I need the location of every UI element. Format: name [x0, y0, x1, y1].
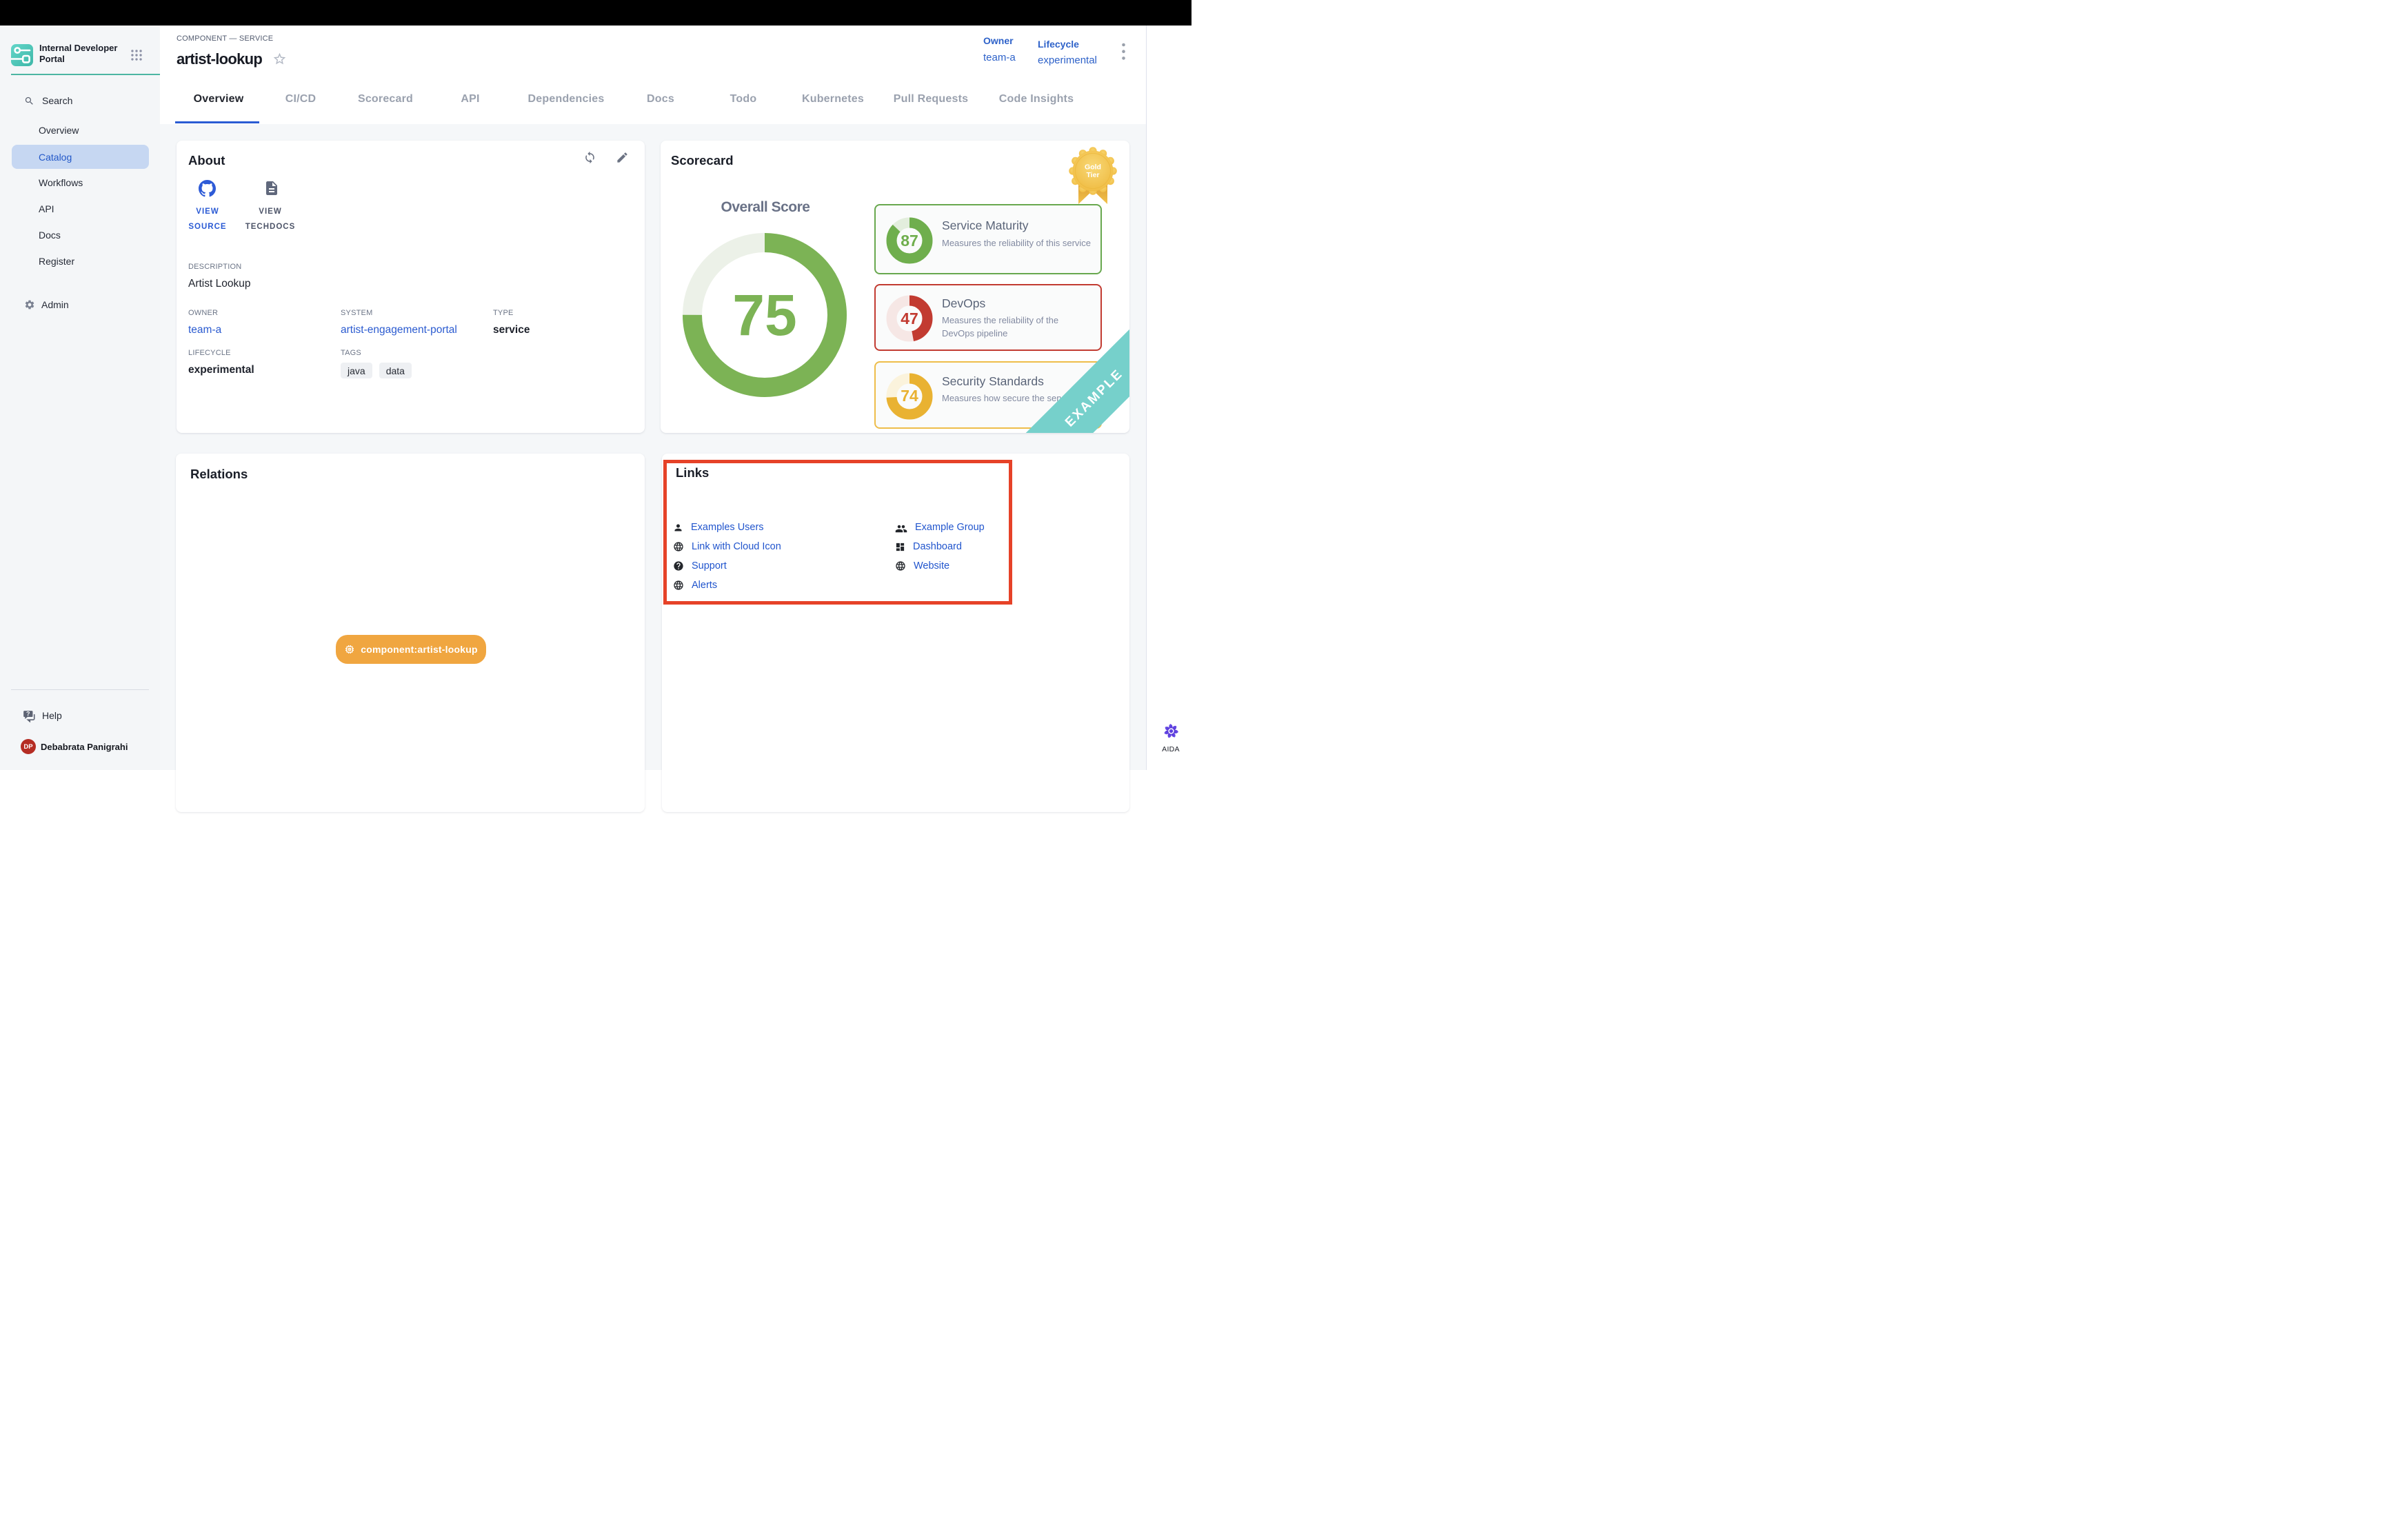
svg-text:?: ? — [26, 710, 30, 717]
svg-text:Gold: Gold — [1085, 163, 1101, 172]
svg-text:Tier: Tier — [1086, 171, 1099, 179]
